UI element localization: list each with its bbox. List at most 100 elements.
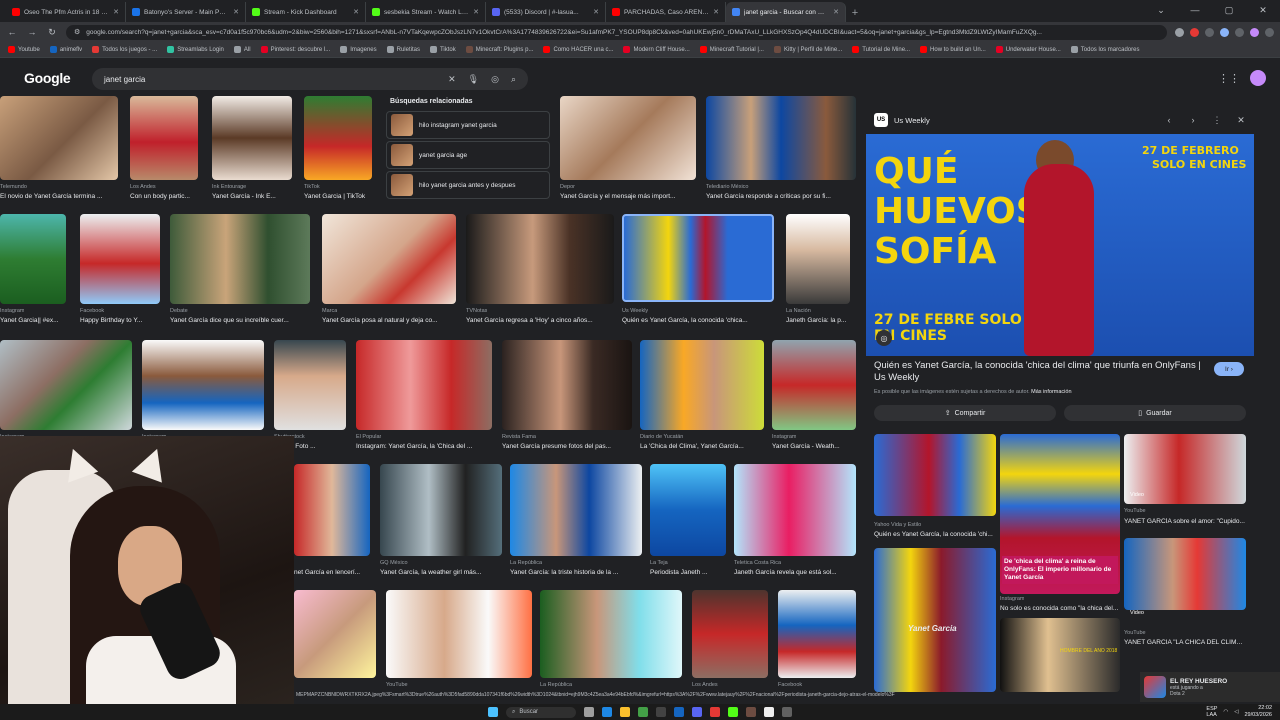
apps-grid-icon[interactable]: ⋮⋮ [1218, 72, 1240, 85]
reload-icon[interactable]: ↻ [46, 27, 58, 38]
image-result[interactable]: Los Andes Con un body partic... [130, 96, 198, 204]
image-result[interactable]: Facebook Happy Birthday to Y... [80, 214, 160, 330]
bookmark-item[interactable]: All [233, 46, 251, 53]
similar-image[interactable]: Yanet Garcia [874, 548, 996, 692]
close-window-icon[interactable]: ✕ [1246, 0, 1280, 20]
all-bookmarks-folder[interactable]: Todos los marcadores [1070, 46, 1139, 53]
close-tab-icon[interactable]: ✕ [233, 8, 239, 16]
related-search-item[interactable]: hilo instagram yanet garcia [386, 111, 550, 139]
image-result[interactable]: Debate Yanet García dice que su increíbl… [170, 214, 310, 330]
search-box[interactable]: janet garcia ✕ 🎙 ◎ ⌕ [92, 68, 528, 90]
bookmark-item[interactable]: Ruletitas [386, 46, 420, 53]
similar-image[interactable]: Video YouTube YANET GARCÍA sobre el amor… [1124, 434, 1246, 534]
windows-start-icon[interactable] [488, 707, 498, 717]
image-result[interactable]: Revista Fama Yanet García presume fotos … [502, 340, 632, 456]
extension-opera-icon[interactable] [1190, 27, 1199, 37]
image-result[interactable]: Ink Entourage Yanet García - Ink E... [212, 96, 292, 204]
image-result[interactable]: TikTok Yanet Garcia | TikTok [304, 96, 372, 204]
friend-activity-notification[interactable]: EL REY HUESERO está jugando a Dota 2 [1140, 672, 1280, 702]
profile-avatar-icon[interactable] [1250, 27, 1259, 37]
maximize-icon[interactable]: ▢ [1212, 0, 1246, 20]
wifi-icon[interactable]: ◠ [1223, 709, 1228, 715]
image-result[interactable]: Facebook [778, 590, 856, 692]
image-result[interactable]: Teletica Costa Rica Janeth García revela… [734, 464, 856, 580]
extension-puzzle-icon[interactable] [1235, 27, 1244, 37]
bookmark-item[interactable]: Underwater House... [995, 46, 1061, 53]
browser-tab-5[interactable]: (5533) Discord | #-lasua... ✕ [486, 2, 606, 22]
close-icon[interactable]: ✕ [1232, 115, 1250, 126]
bookmark-item[interactable]: Youtube [8, 46, 40, 53]
image-result[interactable]: Depor Yanet García y el mensaje más impo… [560, 96, 696, 204]
bookmark-item[interactable]: Imagenes [340, 46, 377, 53]
bookmark-item[interactable]: Todos los juegos - ... [92, 46, 157, 53]
edge-icon[interactable] [602, 707, 612, 717]
new-tab-plus-icon[interactable]: + [846, 4, 864, 22]
image-result[interactable]: La República Yanet García: la triste his… [510, 464, 642, 580]
bookmark-item[interactable]: Minecraft Tutorial |... [699, 46, 764, 53]
image-result[interactable]: Marca Yanet García posa al natural y dej… [322, 214, 456, 330]
bookmark-item[interactable]: Modern Cliff House... [623, 46, 690, 53]
minimize-icon[interactable]: — [1178, 0, 1212, 20]
microphone-icon[interactable]: 🎙 [468, 74, 479, 85]
bookmark-item[interactable]: Streamlabs Login [167, 46, 224, 53]
clear-search-icon[interactable]: ✕ [448, 74, 456, 85]
clock[interactable]: 22:02 29/03/2026 [1244, 705, 1272, 719]
image-result[interactable]: TVNotas Yanet García regresa a 'Hoy' a c… [466, 214, 614, 330]
image-result[interactable]: YouTube [386, 590, 532, 692]
site-info-icon[interactable]: ⚙ [74, 28, 80, 36]
close-tab-icon[interactable]: ✕ [833, 8, 839, 16]
browser-tab-3[interactable]: Stream - Kick Dashboard ✕ [246, 2, 366, 22]
similar-image[interactable]: Video YouTube YANET GARCIA "LA CHICA DEL… [1124, 538, 1246, 658]
more-info-link[interactable]: Más información [1031, 389, 1071, 395]
bookmark-item[interactable]: Minecraft: Plugins p... [465, 46, 533, 53]
search-input[interactable]: janet garcia [104, 75, 436, 84]
minecraft-icon[interactable] [746, 707, 756, 717]
visit-button[interactable]: Ir › [1214, 362, 1244, 376]
image-result[interactable]: Diario de Yucatán La 'Chica del Clima', … [640, 340, 764, 456]
address-bar[interactable]: ⚙ google.com/search?q=janet+garcia&sca_e… [66, 24, 1167, 40]
image-result[interactable]: El Popular Instagram: Yanet García, la '… [356, 340, 492, 456]
menu-dots-icon[interactable] [1265, 27, 1274, 37]
image-result[interactable]: GQ México Yanet García, la weather girl … [380, 464, 502, 580]
xbox-icon[interactable] [638, 707, 648, 717]
bookmark-star-icon[interactable] [1175, 27, 1184, 37]
image-result[interactable]: La Nación Janeth García: la p... [786, 214, 856, 330]
bookmark-item[interactable]: Como HACER una c... [543, 46, 613, 53]
bookmark-item[interactable]: Pinterest: descubre l... [260, 46, 330, 53]
search-icon[interactable]: ⌕ [511, 74, 516, 85]
image-result[interactable] [294, 590, 376, 692]
forward-arrow-icon[interactable]: → [26, 27, 38, 37]
image-result[interactable]: net García en lencerí... [294, 464, 370, 580]
language-indicator[interactable]: ESP LAA [1206, 706, 1217, 718]
bookmark-item[interactable]: Kitty | Perfil de Mine... [773, 46, 842, 53]
more-options-icon[interactable]: ⋮ [1208, 115, 1226, 126]
bookmark-item[interactable]: Tiktok [429, 46, 456, 53]
bookmark-item[interactable]: animeflv [49, 46, 82, 53]
volume-icon[interactable]: ◁ [1234, 709, 1238, 715]
close-tab-icon[interactable]: ✕ [593, 8, 599, 16]
kick-icon[interactable] [728, 707, 738, 717]
image-result[interactable]: La Teja Periodista Janeth ... [650, 464, 726, 580]
image-result[interactable]: Instagram Yanet García - Weath... [772, 340, 856, 456]
task-view-icon[interactable] [584, 707, 594, 717]
bookmark-item[interactable]: Tutorial de Mine... [852, 46, 910, 53]
close-tab-icon[interactable]: ✕ [353, 8, 359, 16]
lens-icon[interactable]: ◎ [876, 330, 892, 346]
browser-tab-2[interactable]: Batonyo's Server - Main Page ✕ [126, 2, 246, 22]
chrome-icon[interactable] [710, 707, 720, 717]
image-result[interactable]: Los Andes [692, 590, 768, 692]
browser-tab-4[interactable]: sesbekia Stream - Watch Live on...✕ [366, 2, 486, 22]
preview-source[interactable]: Us Weekly [894, 116, 1154, 125]
chevron-left-icon[interactable]: ‹ [1160, 115, 1178, 125]
close-tab-icon[interactable]: ✕ [713, 8, 719, 16]
image-result-selected[interactable]: Us Weekly Quién es Yanet García, la cono… [622, 214, 774, 330]
related-search-item[interactable]: yanet garcia age [386, 141, 550, 169]
share-button[interactable]: ⇪ Compartir [874, 405, 1056, 421]
google-logo[interactable]: Google [24, 70, 71, 86]
image-result[interactable]: La República [540, 590, 682, 692]
chevron-right-icon[interactable]: › [1184, 115, 1202, 125]
browser-tab-6[interactable]: PARCHADAS, Caso ARENI... ✕ [606, 2, 726, 22]
obs-icon[interactable] [782, 707, 792, 717]
similar-image[interactable]: Yahoo Vida y Estilo Quién es Yanet Garcí… [874, 434, 996, 544]
save-button[interactable]: ▯ Guardar [1064, 405, 1246, 421]
